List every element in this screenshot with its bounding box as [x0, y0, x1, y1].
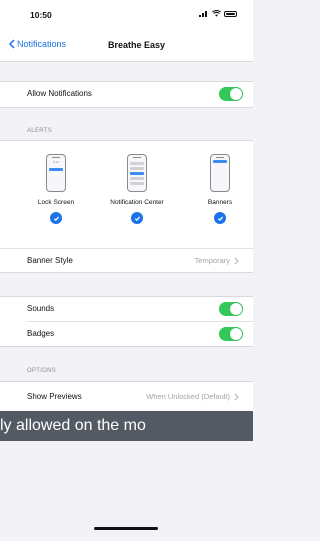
banners-label: Banners: [207, 199, 233, 206]
back-button-label: Notifications: [17, 39, 67, 49]
alert-style-notification-center[interactable]: Notification Center: [102, 154, 172, 224]
allow-notifications-label: Allow Notifications: [27, 89, 92, 98]
alerts-section-header: ALERTS: [27, 128, 53, 134]
show-previews-value: When Unlocked (Default): [146, 392, 239, 401]
show-previews-value-text: When Unlocked (Default): [146, 392, 230, 401]
wifi-icon: [212, 10, 221, 17]
allow-notifications-row: Allow Notifications: [0, 82, 253, 106]
status-icons: [199, 10, 237, 17]
alert-style-banners[interactable]: Banners: [185, 154, 255, 224]
page-title: Breathe Easy: [108, 40, 166, 50]
notification-center-preview: [127, 154, 147, 192]
alert-styles: 9:41 Lock Screen Notification Center Ban…: [0, 154, 253, 244]
back-button[interactable]: Notifications: [8, 39, 66, 49]
sounds-row: Sounds: [0, 297, 253, 321]
sounds-badges-group: Sounds Badges: [0, 296, 253, 347]
overlay-caption-banner: ly allowed on the mo: [0, 411, 253, 441]
show-previews-row[interactable]: Show Previews When Unlocked (Default): [0, 385, 253, 409]
home-indicator: [94, 527, 158, 530]
banner-style-row[interactable]: Banner Style Temporary: [0, 249, 253, 273]
sounds-label: Sounds: [27, 304, 55, 313]
alerts-group: 9:41 Lock Screen Notification Center Ban…: [0, 140, 253, 273]
allow-notifications-toggle[interactable]: [219, 87, 243, 101]
badges-label: Badges: [27, 329, 55, 338]
signal-icon: [199, 10, 209, 17]
status-bar: 10:50: [0, 0, 253, 28]
lock-screen-check-icon: [50, 212, 62, 224]
lock-screen-preview: 9:41: [46, 154, 66, 192]
sounds-toggle[interactable]: [219, 302, 243, 316]
banners-preview: [210, 154, 230, 192]
chevron-right-icon: [234, 257, 239, 264]
chevron-left-icon: [8, 39, 15, 49]
battery-icon: [224, 10, 237, 17]
chevron-right-icon: [234, 393, 239, 400]
alert-style-lock-screen[interactable]: 9:41 Lock Screen: [21, 154, 91, 224]
notification-center-check-icon: [131, 212, 143, 224]
overlay-caption-text: ly allowed on the mo: [0, 417, 146, 434]
banner-style-value: Temporary: [195, 256, 239, 265]
status-time: 10:50: [30, 10, 52, 20]
lock-screen-clock: 9:41: [53, 160, 59, 164]
nav-bar: Notifications Breathe Easy: [0, 28, 253, 62]
lock-screen-label: Lock Screen: [37, 199, 75, 206]
show-previews-label: Show Previews: [27, 392, 82, 401]
notification-center-label: Notification Center: [110, 199, 164, 206]
banners-check-icon: [214, 212, 226, 224]
banner-style-value-text: Temporary: [194, 256, 230, 265]
badges-toggle[interactable]: [219, 327, 243, 341]
options-group: Show Previews When Unlocked (Default): [0, 381, 253, 412]
options-section-header: OPTIONS: [27, 368, 57, 374]
badges-row: Badges: [0, 322, 253, 346]
banner-style-label: Banner Style: [27, 256, 73, 265]
allow-notifications-group: Allow Notifications: [0, 81, 253, 108]
